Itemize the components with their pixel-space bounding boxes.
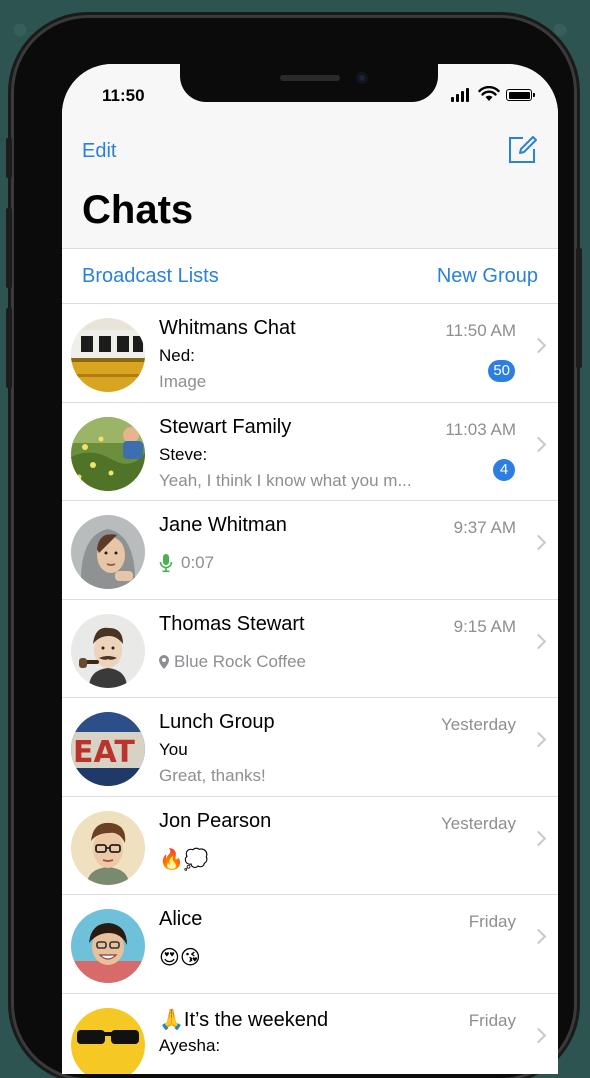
chat-time: 11:50 AM xyxy=(445,321,516,340)
chat-name: Lunch Group xyxy=(159,711,275,733)
chat-row-thomas-stewart[interactable]: Thomas Stewart 9:15 AM Blue Rock Coffee xyxy=(62,599,558,698)
chat-sender: Ayesha: xyxy=(159,1035,221,1055)
new-group-link[interactable]: New Group xyxy=(437,265,538,288)
avatar xyxy=(71,909,145,983)
compose-icon[interactable] xyxy=(506,134,538,166)
list-actions-bar: Broadcast Lists New Group xyxy=(62,248,558,304)
chat-row-jane-whitman[interactable]: Jane Whitman 9:37 AM 0:07 xyxy=(62,501,558,600)
chat-name: Jane Whitman xyxy=(159,514,287,536)
unread-badge: 50 xyxy=(488,360,515,382)
volume-down-button xyxy=(6,308,12,388)
chat-time: Friday xyxy=(468,912,516,931)
chat-time: Yesterday xyxy=(441,813,516,833)
avatar: EAT xyxy=(71,712,145,786)
chat-row-its-the-weekend[interactable]: 🙏It’s the weekend Friday Ayesha: xyxy=(62,993,558,1074)
chat-preview: Great, thanks! xyxy=(159,766,266,785)
avatar xyxy=(71,318,145,392)
chat-time: Friday xyxy=(468,1010,516,1030)
volume-up-button xyxy=(6,208,12,288)
chevron-right-icon xyxy=(530,337,547,354)
chat-row-jon-pearson[interactable]: Jon Pearson Yesterday 🔥💭 xyxy=(62,796,558,895)
chat-row-whitmans-chat[interactable]: Whitmans Chat 11:50 AM Ned: Image 50 xyxy=(62,304,558,403)
chat-preview: Blue Rock Coffee xyxy=(174,651,306,671)
mute-switch xyxy=(6,138,12,178)
signal-icon xyxy=(451,88,473,102)
chat-preview: 🔥💭 xyxy=(159,848,209,871)
chat-time: 9:37 AM xyxy=(453,518,516,537)
microphone-icon xyxy=(159,554,173,573)
page-title: Chats xyxy=(82,188,194,232)
edit-button[interactable]: Edit xyxy=(82,140,116,163)
chat-name: Alice xyxy=(159,908,203,930)
chat-name: Whitmans Chat xyxy=(159,317,296,339)
chat-name: Thomas Stewart xyxy=(159,612,305,635)
chat-preview: 😍😘 xyxy=(159,947,201,969)
avatar xyxy=(71,416,145,491)
power-button xyxy=(576,248,582,368)
chevron-right-icon xyxy=(530,534,547,551)
chat-preview: Yeah, I think I know what you m... xyxy=(159,470,412,490)
battery-icon xyxy=(506,89,535,101)
status-time: 11:50 xyxy=(102,86,145,105)
location-pin-icon xyxy=(159,654,169,669)
chat-sender: Steve: xyxy=(159,444,208,464)
avatar xyxy=(71,810,145,885)
chevron-right-icon xyxy=(530,928,547,945)
chat-sender: You xyxy=(159,740,188,759)
unread-badge: 4 xyxy=(493,458,515,481)
chat-time: Yesterday xyxy=(441,715,516,734)
chevron-right-icon xyxy=(530,633,547,649)
screen: 11:50 Edit Chats Broadcast Lists New Gro… xyxy=(62,64,558,1074)
chat-name: Stewart Family xyxy=(159,415,292,438)
chat-name: 🙏It’s the weekend xyxy=(159,1008,329,1031)
avatar xyxy=(71,1007,145,1074)
chat-name: Jon Pearson xyxy=(159,809,272,832)
chevron-right-icon xyxy=(530,1027,547,1043)
notch xyxy=(180,64,438,102)
chevron-right-icon xyxy=(530,731,547,748)
chat-row-stewart-family[interactable]: Stewart Family 11:03 AM Steve: Yeah, I t… xyxy=(62,402,558,501)
avatar xyxy=(71,515,145,589)
phone-frame: 11:50 Edit Chats Broadcast Lists New Gro… xyxy=(6,18,582,1078)
chat-sender: Ned: xyxy=(159,346,195,365)
wifi-icon xyxy=(478,86,500,101)
chat-time: 11:03 AM xyxy=(445,419,516,439)
chat-preview: 0:07 xyxy=(181,553,215,572)
chat-row-lunch-group[interactable]: EAT Lunch Group Yesterday You Great, tha… xyxy=(62,698,558,797)
chat-time: 9:15 AM xyxy=(453,616,516,636)
chevron-right-icon xyxy=(530,830,547,846)
chat-list: Whitmans Chat 11:50 AM Ned: Image 50 Ste… xyxy=(62,304,558,1074)
speaker-grille xyxy=(280,75,340,81)
broadcast-lists-link[interactable]: Broadcast Lists xyxy=(82,265,219,288)
avatar xyxy=(71,613,145,688)
chat-preview: Image xyxy=(159,372,207,391)
svg-text:EAT: EAT xyxy=(73,735,135,770)
chat-row-alice[interactable]: Alice Friday 😍😘 xyxy=(62,895,558,994)
chevron-right-icon xyxy=(530,436,547,452)
front-camera xyxy=(356,72,368,84)
